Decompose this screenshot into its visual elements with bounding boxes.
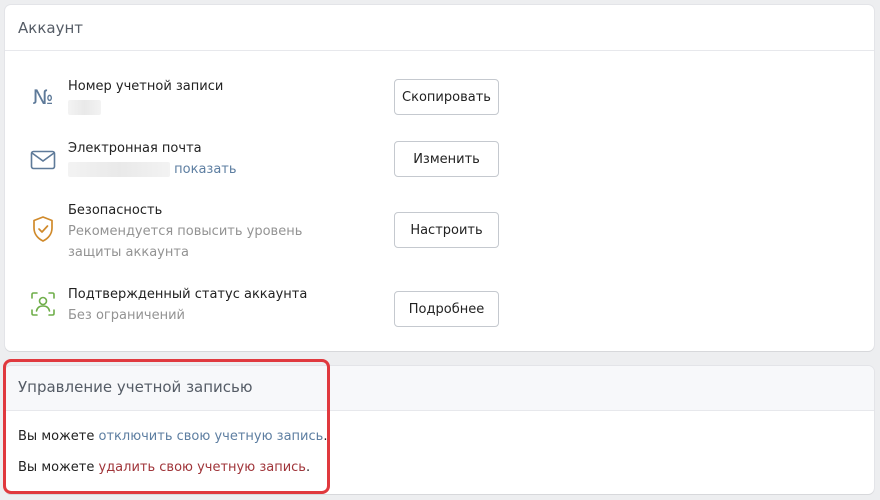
account-card: Аккаунт № Номер учетной записи Скопирова…: [5, 5, 874, 351]
account-number-value: [68, 97, 101, 118]
account-management-title: Управление учетной записью: [5, 366, 874, 411]
copy-button[interactable]: Скопировать: [394, 79, 499, 115]
show-email-link[interactable]: показать: [174, 162, 236, 177]
delete-suffix: .: [305, 460, 311, 475]
email-label: Электронная почта: [68, 141, 202, 156]
email-value: показать: [68, 159, 237, 180]
account-card-title: Аккаунт: [5, 5, 874, 51]
disable-account-line: Вы можете отключить свою учетную запись.: [18, 429, 327, 444]
mail-icon: [30, 147, 56, 173]
security-label: Безопасность: [68, 203, 163, 218]
verified-status-label: Подтвержденный статус аккаунта: [68, 287, 308, 302]
disable-prefix: Вы можете: [18, 429, 99, 444]
shield-check-icon: [30, 216, 56, 242]
delete-prefix: Вы можете: [18, 460, 99, 475]
disable-suffix: .: [323, 429, 328, 444]
account-management-card: Управление учетной записью Вы можете отк…: [5, 366, 874, 494]
configure-security-button[interactable]: Настроить: [394, 212, 499, 248]
more-details-button[interactable]: Подробнее: [394, 291, 499, 327]
disable-account-link[interactable]: отключить свою учетную запись: [99, 429, 324, 444]
delete-account-link[interactable]: удалить свою учетную запись: [99, 460, 306, 475]
security-recommendation: Рекомендуется повысить уровень защиты ак…: [68, 224, 303, 260]
change-email-button[interactable]: Изменить: [394, 141, 499, 177]
number-sign-icon: №: [32, 85, 54, 109]
delete-account-line: Вы можете удалить свою учетную запись.: [18, 460, 310, 475]
verified-user-icon: [30, 291, 56, 317]
account-number-label: Номер учетной записи: [68, 79, 224, 94]
verified-status-value: Без ограничений: [68, 308, 185, 323]
